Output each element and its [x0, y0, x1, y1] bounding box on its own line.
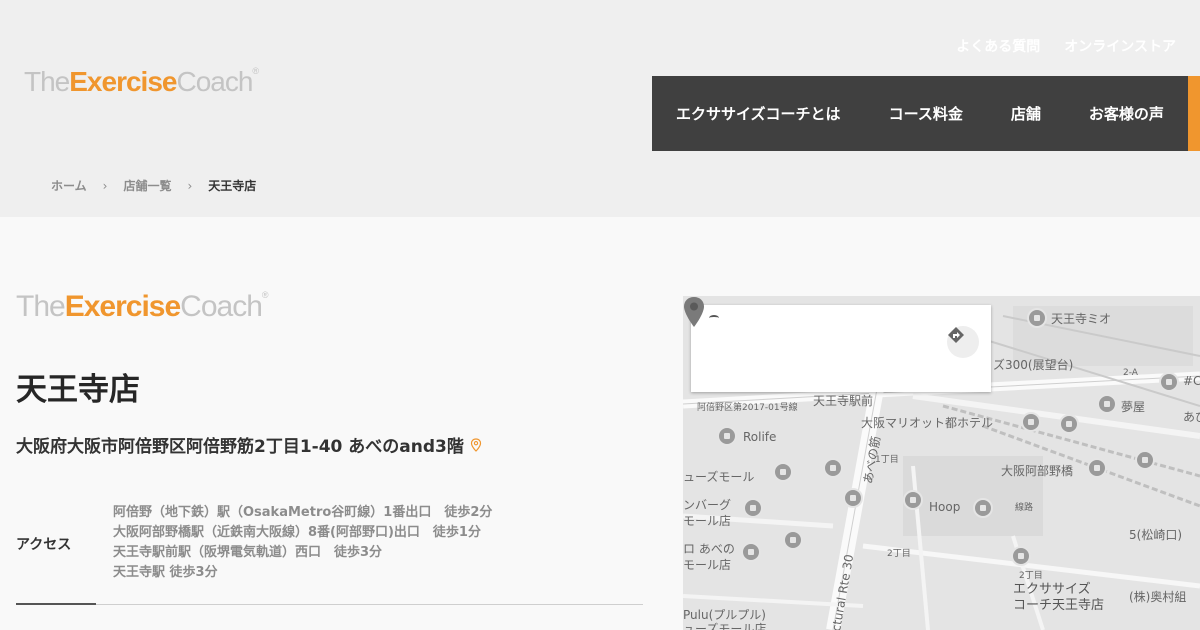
map-label: Hoop — [929, 500, 961, 514]
map-label: 阿倍野区第2017-01号線 — [697, 403, 798, 413]
site-logo[interactable]: TheExerciseCoach® — [24, 66, 259, 98]
loading-indicator — [709, 315, 719, 321]
access-item: 大阪阿部野橋駅（近鉄南大阪線）8番(阿部野口)出口 徒歩1分 — [113, 525, 481, 540]
shopping-poi-icon[interactable] — [783, 530, 803, 550]
access-list: 阿倍野（地下鉄）駅（OsakaMetro谷町線）1番出口 徒歩2分 大阪阿部野橋… — [113, 503, 492, 583]
map-label: 夢屋 — [1121, 400, 1146, 414]
nav-about[interactable]: エクササイズコーチとは — [676, 103, 841, 124]
online-store-link[interactable]: オンラインストア — [1064, 36, 1176, 56]
breadcrumb-home[interactable]: ホーム — [51, 177, 87, 194]
map-label: ロ あべの — [683, 542, 735, 556]
directions-button[interactable] — [947, 326, 979, 358]
map-label: ューズモール — [683, 470, 755, 484]
nav-pricing[interactable]: コース料金 — [889, 103, 963, 124]
directions-icon — [948, 327, 964, 343]
utility-nav: よくある質問 オンラインストア — [956, 36, 1176, 56]
nav-testimonials[interactable]: お客様の声 — [1089, 103, 1164, 124]
map-label: ズ300(展望台) — [993, 358, 1074, 372]
shopping-poi-icon[interactable] — [773, 462, 793, 482]
map-label: あび — [1183, 410, 1200, 424]
map-label: 天王寺駅前 — [813, 394, 874, 408]
site-header: TheExerciseCoach® よくある質問 オンラインストア エクササイズ… — [0, 0, 1200, 217]
map-label: 大阪マリオット都ホテル — [861, 416, 994, 430]
shopping-poi-icon[interactable] — [823, 458, 843, 478]
store-brand-logo: TheExerciseCoach® — [16, 290, 268, 323]
restaurant-poi-icon[interactable] — [743, 498, 763, 518]
store-location-pin-icon[interactable] — [683, 296, 705, 328]
map-label: 2丁目 — [887, 549, 911, 559]
breadcrumb-current: 天王寺店 — [208, 179, 257, 193]
store-address: 大阪府大阪市阿倍野区阿倍野筋2丁目1-40 あべのand3階 — [16, 432, 482, 457]
store-address-text: 大阪府大阪市阿倍野区阿倍野筋2丁目1-40 あべのand3階 — [16, 437, 464, 457]
access-item: 阿倍野（地下鉄）駅（OsakaMetro谷町線）1番出口 徒歩2分 — [113, 505, 493, 520]
shopping-poi-icon[interactable] — [973, 498, 993, 518]
restaurant-poi-icon[interactable] — [1097, 394, 1117, 414]
faq-link[interactable]: よくある質問 — [956, 36, 1040, 56]
breadcrumb-store-list[interactable]: 店舗一覧 — [123, 177, 171, 194]
map-label: 2-A — [1123, 368, 1138, 378]
map-label: 天王寺ミオ — [1051, 312, 1112, 326]
shopping-poi-icon[interactable] — [741, 542, 761, 562]
shopping-poi-icon[interactable] — [717, 426, 737, 446]
map-label: #C — [1183, 374, 1200, 388]
breadcrumb: ホーム › 店舗一覧 › 天王寺店 — [51, 177, 256, 194]
map-label: 5(松崎口) — [1129, 528, 1182, 542]
nav-accent-bar — [1188, 76, 1200, 151]
access-item: 天王寺駅 徒歩3分 — [113, 565, 218, 580]
shopping-poi-icon[interactable] — [1027, 308, 1047, 328]
hotel-poi-icon[interactable] — [1021, 412, 1041, 432]
access-label: アクセス — [16, 537, 72, 553]
map-label: 線路 — [1015, 503, 1034, 513]
map-label: ューズモール店 — [683, 622, 767, 630]
nav-stores[interactable]: 店舗 — [1011, 103, 1041, 124]
transit-poi-icon[interactable] — [1059, 414, 1079, 434]
restaurant-poi-icon[interactable] — [843, 488, 863, 508]
access-item: 天王寺駅前駅（阪堺電気軌道）西口 徒歩3分 — [113, 545, 383, 560]
map-label: 大阪阿部野橋 — [1001, 464, 1074, 478]
map-info-card — [691, 305, 991, 392]
map-label: (株)奥村組 — [1129, 590, 1187, 604]
restaurant-poi-icon[interactable] — [903, 490, 923, 510]
map-label: ンバーグ — [683, 498, 732, 512]
section-divider — [16, 604, 643, 605]
shopping-poi-icon[interactable] — [1159, 372, 1179, 392]
map-label: モール店 — [683, 558, 732, 572]
map-label: モール店 — [683, 514, 732, 528]
location-pin-icon[interactable] — [470, 437, 482, 452]
breadcrumb-separator: › — [187, 178, 193, 193]
store-map[interactable]: 天王寺ミオ ズ300(展望台) 2-A #C 夢屋 あび 阿倍野区第2017-0… — [683, 296, 1200, 630]
poi-icon[interactable] — [1011, 546, 1031, 566]
map-label: Rolife — [743, 430, 777, 444]
station-poi-icon[interactable] — [1087, 458, 1107, 478]
main-nav: エクササイズコーチとは コース料金 店舗 お客様の声 — [652, 76, 1188, 151]
section-divider-accent — [16, 603, 96, 605]
map-label: コーチ天王寺店 — [1013, 598, 1105, 613]
store-title: 天王寺店 — [16, 372, 140, 408]
transit-poi-icon[interactable] — [1135, 450, 1155, 470]
breadcrumb-separator: › — [102, 178, 108, 193]
